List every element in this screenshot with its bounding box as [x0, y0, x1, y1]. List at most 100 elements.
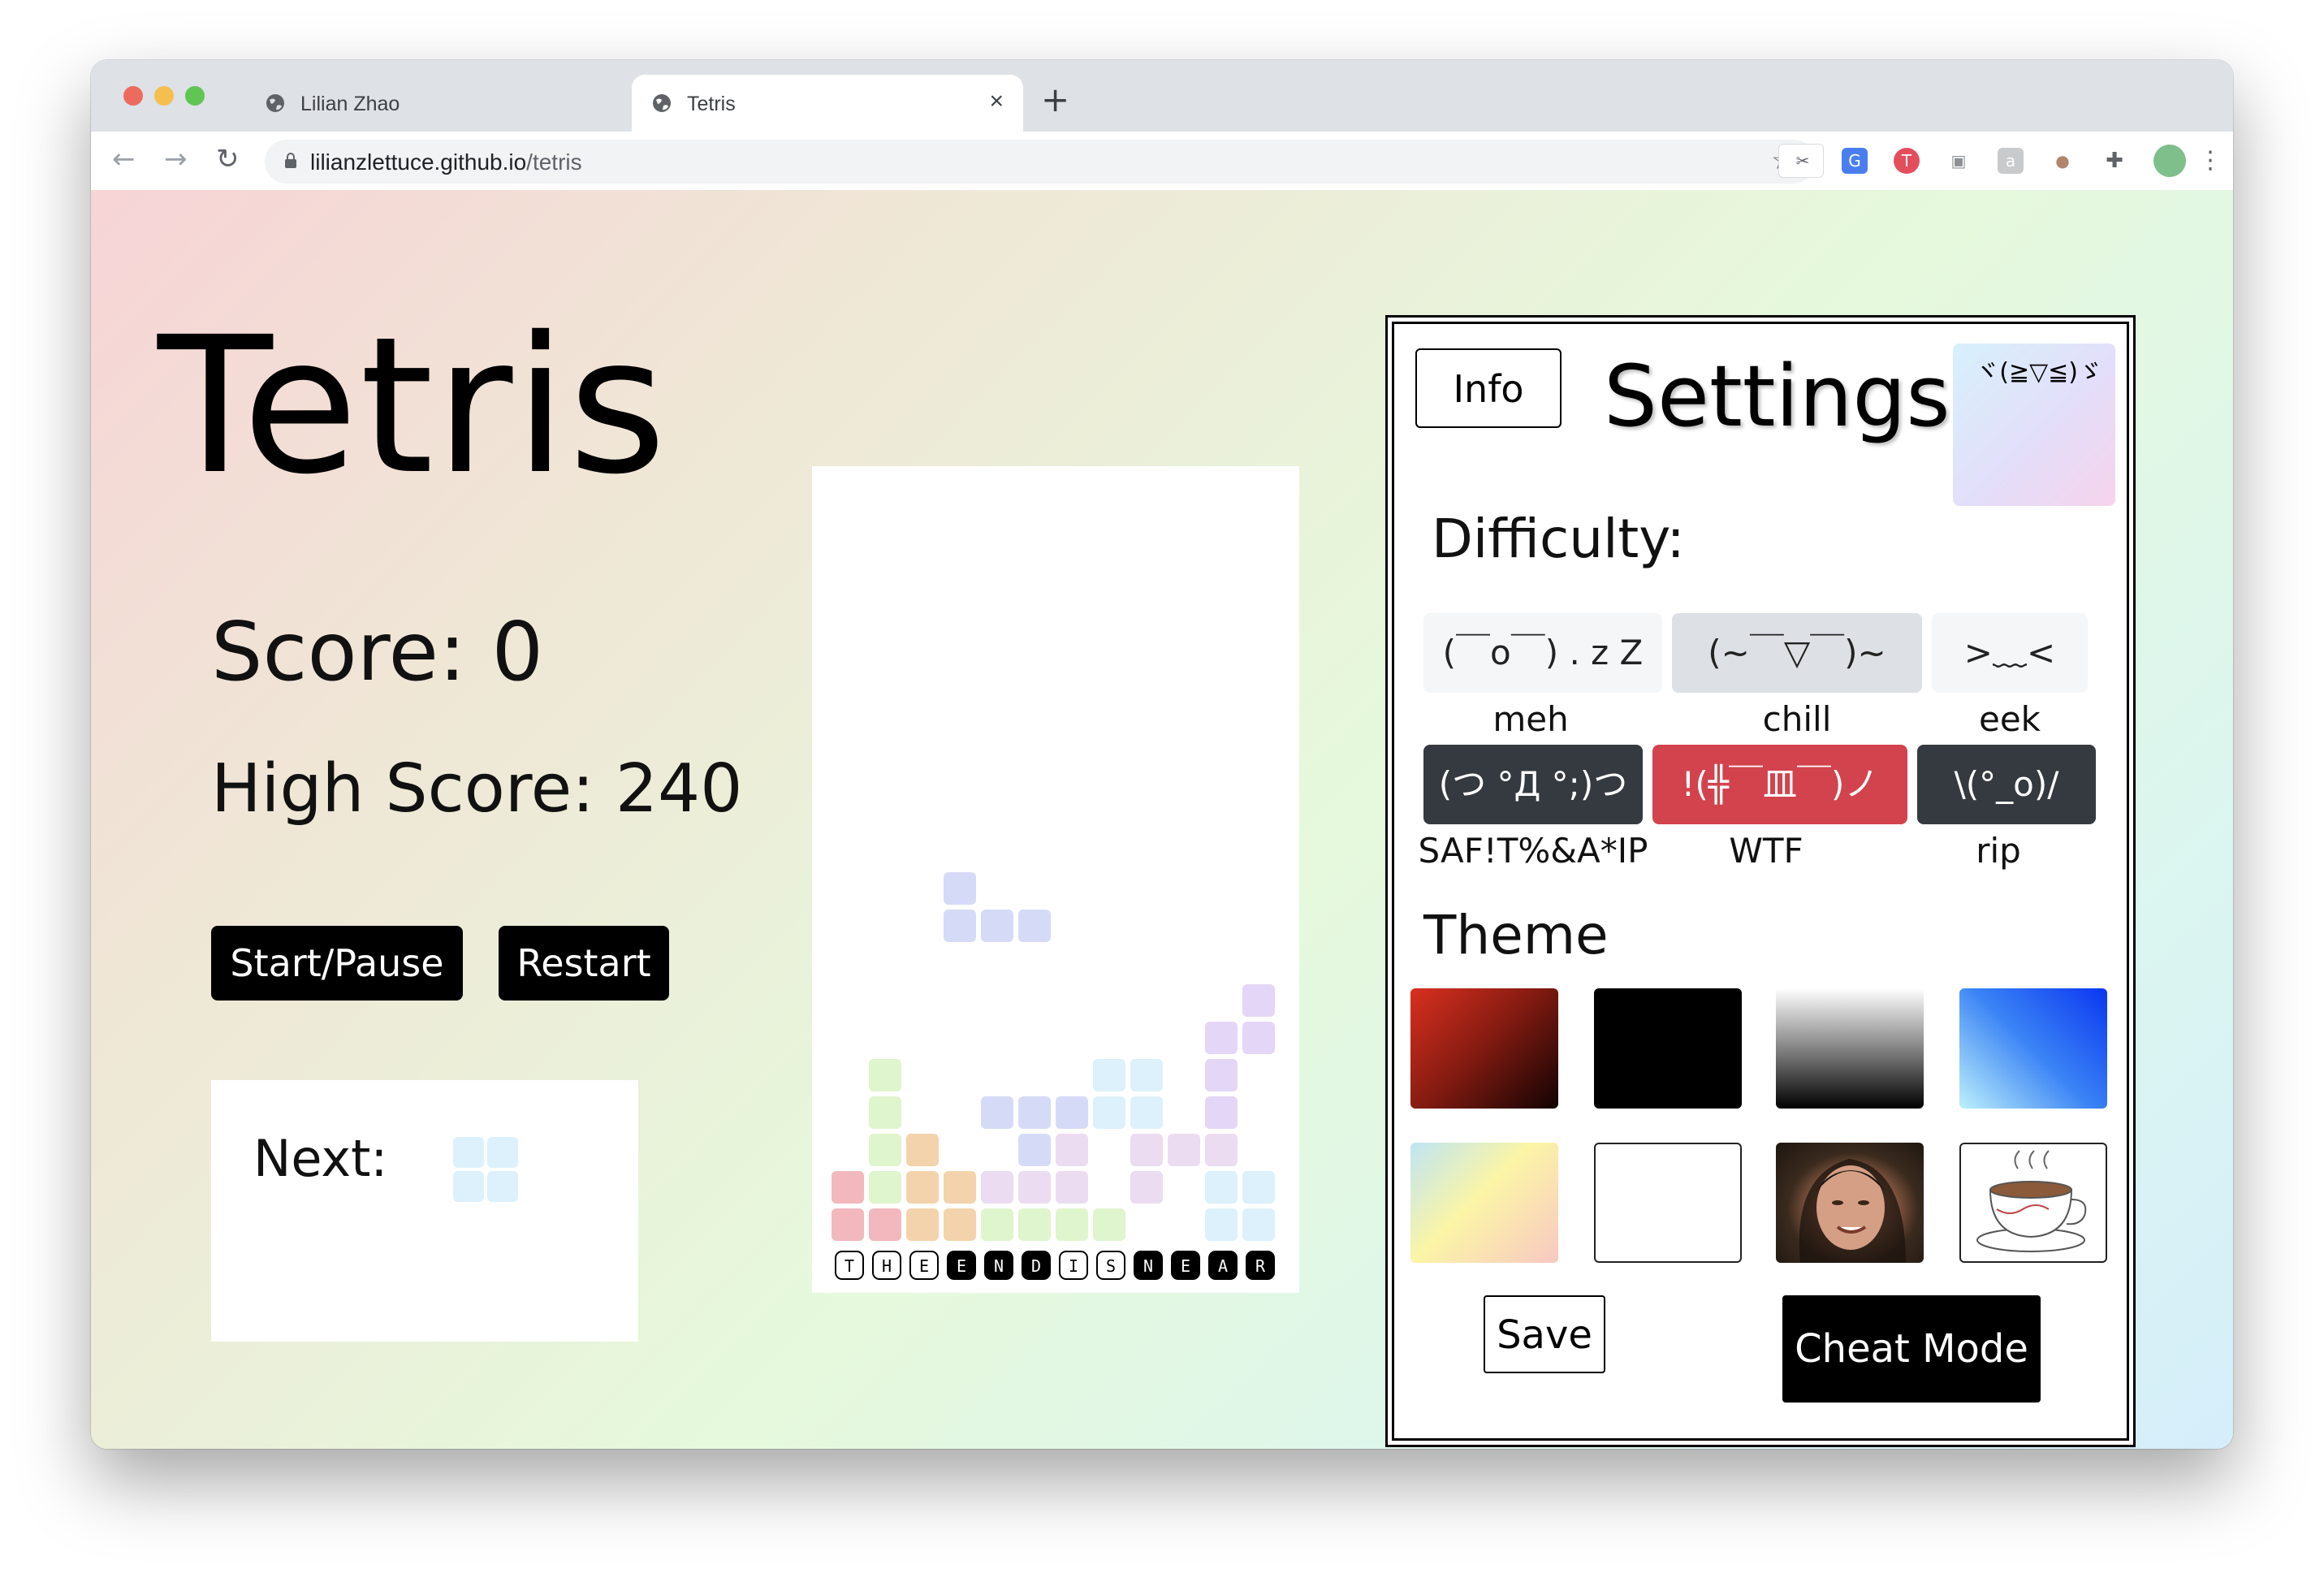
banner-letter: N — [1134, 1251, 1163, 1280]
banner-letter: E — [947, 1251, 976, 1280]
theme-black-swatch[interactable] — [1594, 988, 1742, 1109]
translate-extension-icon[interactable]: G — [1842, 148, 1868, 174]
banner-letter: D — [1022, 1251, 1051, 1280]
red-circle-extension-icon[interactable]: T — [1894, 148, 1920, 174]
stacked-cell — [1205, 1208, 1238, 1241]
falling-piece-cell — [1018, 910, 1051, 942]
stacked-cell — [1130, 1059, 1163, 1091]
stacked-cell — [1093, 1096, 1125, 1129]
coffee-cup-icon — [1976, 1150, 2087, 1252]
stacked-cell — [981, 1096, 1013, 1129]
tab-title: Lilian Zhao — [300, 93, 400, 115]
stacked-cell — [1168, 1134, 1200, 1166]
banner-letter: E — [909, 1251, 939, 1280]
difficulty-chill-button[interactable]: (~￣▽￣)~ — [1672, 613, 1922, 693]
stacked-cell — [1205, 1096, 1238, 1129]
stacked-cell — [1018, 1208, 1051, 1241]
difficulty-safetip-button[interactable]: (つ °Д °;)つ — [1423, 745, 1643, 824]
banner-letter: I — [1059, 1251, 1088, 1280]
theme-blue-gradient-swatch[interactable] — [1959, 988, 2107, 1109]
score-text: Score: 0 — [211, 604, 544, 699]
stacked-cell — [981, 1208, 1013, 1241]
difficulty-label: chill — [1762, 699, 1832, 739]
stacked-cell — [1130, 1096, 1163, 1129]
theme-coffee-swatch[interactable] — [1959, 1143, 2107, 1263]
stacked-cell — [1130, 1134, 1163, 1166]
emoticon-box: ヾ(≧▽≦)ゞ — [1953, 344, 2115, 506]
settings-panel: Info Settings ヾ(≧▽≦)ゞ Difficulty: (￣o￣) … — [1385, 315, 2136, 1447]
next-piece-panel: Next: — [211, 1080, 638, 1342]
puzzle-extensions-icon[interactable]: ✚ — [2102, 148, 2127, 174]
stacked-cell — [1242, 1022, 1275, 1054]
scissors-extension-icon[interactable]: ✂ — [1790, 148, 1816, 174]
difficulty-label: WTF — [1729, 831, 1803, 871]
browser-window: Lilian Zhao × Tetris × + ← → ↻ lilianzle… — [91, 60, 2233, 1449]
difficulty-rip-button[interactable]: \(°_o)/ — [1917, 745, 2096, 824]
difficulty-eek-button[interactable]: >﹏< — [1932, 613, 2088, 693]
stacked-cell — [1130, 1171, 1163, 1204]
forward-arrow-icon[interactable]: → — [164, 143, 188, 175]
save-button[interactable]: Save — [1484, 1295, 1605, 1373]
falling-piece-cell — [981, 910, 1013, 942]
reload-icon[interactable]: ↻ — [216, 143, 240, 175]
minimize-window-button[interactable] — [154, 86, 174, 106]
stacked-cell — [1205, 1022, 1238, 1054]
close-window-button[interactable] — [123, 86, 143, 106]
avatar[interactable] — [2153, 145, 2186, 177]
banner-letter: R — [1246, 1251, 1275, 1280]
banner-letter: E — [1171, 1251, 1200, 1280]
stacked-cell — [869, 1208, 901, 1241]
back-arrow-icon[interactable]: ← — [112, 143, 136, 175]
restart-button[interactable]: Restart — [499, 926, 669, 1001]
stacked-cell — [1205, 1171, 1238, 1204]
stacked-cell — [1018, 1171, 1051, 1204]
theme-photo-swatch[interactable] — [1776, 1143, 1924, 1263]
stacked-cell — [1093, 1059, 1125, 1091]
tab-tetris[interactable]: Tetris × — [632, 75, 1023, 132]
reader-extension-icon[interactable]: a — [1998, 148, 2024, 174]
stacked-cell — [981, 1171, 1013, 1204]
stacked-cell — [1205, 1134, 1238, 1166]
high-score-text: High Score: 240 — [211, 750, 743, 828]
stacked-cell — [944, 1208, 976, 1241]
close-tab-icon[interactable]: × — [989, 88, 1004, 115]
difficulty-wtf-button[interactable]: !(╬￣皿￣)ノ — [1652, 745, 1907, 824]
stacked-cell — [869, 1171, 901, 1204]
difficulty-meh-button[interactable]: (￣o￣) . z Z — [1423, 613, 1662, 693]
lock-icon — [285, 153, 296, 168]
info-button[interactable]: Info — [1415, 348, 1562, 428]
menu-kebab-icon[interactable]: ⋮ — [2197, 148, 2223, 174]
difficulty-title: Difficulty: — [1432, 508, 1685, 570]
maximize-window-button[interactable] — [185, 86, 205, 106]
theme-title: Theme — [1423, 904, 1609, 966]
stacked-cell — [1242, 1208, 1275, 1241]
new-tab-icon[interactable]: + — [1041, 80, 1069, 119]
stacked-cell — [832, 1171, 864, 1204]
game-board[interactable]: T H E E N D I S N E A R — [812, 466, 1299, 1293]
stacked-cell — [906, 1134, 939, 1166]
banner-letter: A — [1208, 1251, 1238, 1280]
theme-white-swatch[interactable] — [1594, 1143, 1742, 1263]
stacked-cell — [1205, 1059, 1238, 1091]
url-host: lilianzlettuce.github.io — [310, 149, 527, 175]
difficulty-label: rip — [1976, 831, 2021, 871]
bear-extension-icon[interactable]: ● — [2050, 148, 2076, 174]
theme-pastel-swatch[interactable] — [1410, 1143, 1558, 1263]
emoticon-text: ヾ(≧▽≦)ゞ — [1975, 358, 2102, 387]
difficulty-label: SAF!T%&A*IP — [1418, 831, 1648, 871]
next-piece-cell — [453, 1137, 484, 1168]
camera-extension-icon[interactable]: ▣ — [1946, 148, 1972, 174]
tab-title: Tetris — [687, 93, 736, 115]
next-label: Next: — [253, 1129, 388, 1188]
falling-piece-cell — [944, 910, 976, 942]
theme-grey-gradient-swatch[interactable] — [1776, 988, 1924, 1109]
stacked-cell — [1056, 1208, 1088, 1241]
address-bar[interactable]: lilianzlettuce.github.io/tetris ☆ — [265, 140, 1816, 184]
theme-red-swatch[interactable] — [1410, 988, 1558, 1109]
tab-bar: Lilian Zhao × Tetris × + — [91, 60, 2233, 132]
url-text: lilianzlettuce.github.io/tetris — [310, 149, 582, 175]
url-path: /tetris — [526, 149, 582, 175]
cheat-mode-button[interactable]: Cheat Mode — [1782, 1295, 2041, 1403]
start-pause-button[interactable]: Start/Pause — [211, 926, 463, 1001]
browser-toolbar: ← → ↻ lilianzlettuce.github.io/tetris ☆ … — [91, 132, 2233, 191]
